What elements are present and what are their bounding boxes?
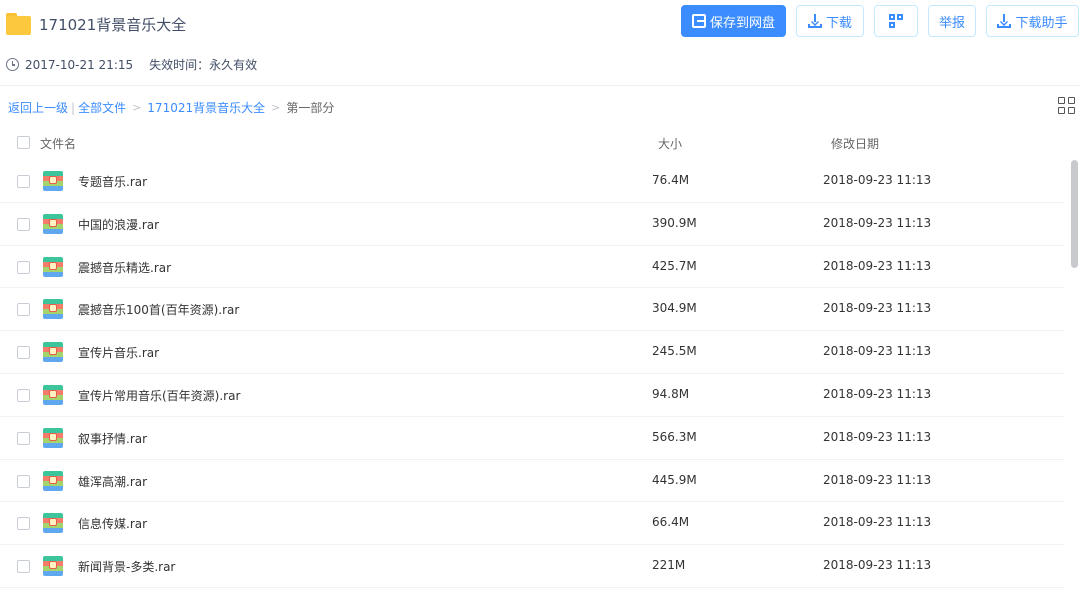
row-checkbox[interactable]: [17, 517, 30, 531]
file-date: 2018-09-23 11:13: [823, 472, 932, 487]
rar-archive-icon: [43, 342, 63, 363]
save-to-cloud-button[interactable]: 保存到网盘: [681, 5, 786, 37]
chevron-right-icon: >: [132, 101, 142, 114]
qr-code-icon: [889, 14, 903, 28]
download-icon: [997, 14, 1012, 28]
rar-archive-icon: [43, 513, 63, 534]
download-button[interactable]: 下载: [796, 5, 864, 37]
file-name[interactable]: 震撼音乐精选.rar: [78, 259, 171, 276]
file-date: 2018-09-23 11:13: [823, 215, 932, 230]
file-name[interactable]: 信息传媒.rar: [78, 515, 147, 532]
row-checkbox[interactable]: [17, 217, 30, 231]
row-checkbox[interactable]: [17, 346, 30, 360]
file-name[interactable]: 专题音乐.rar: [78, 173, 147, 190]
breadcrumb-current: 第一部分: [286, 101, 335, 115]
row-checkbox[interactable]: [17, 431, 30, 445]
select-all-checkbox[interactable]: [17, 136, 30, 149]
chevron-right-icon: >: [271, 101, 281, 114]
qr-code-button[interactable]: [874, 5, 918, 37]
rar-archive-icon: [43, 256, 63, 277]
rar-archive-icon: [43, 470, 63, 491]
share-header: 171021背景音乐大全 2017-10-21 21:15 失效时间：永久有效 …: [0, 0, 1080, 86]
share-meta: 2017-10-21 21:15 失效时间：永久有效: [6, 56, 257, 73]
file-date: 2018-09-23 11:13: [823, 344, 932, 359]
file-name[interactable]: 中国的浪漫.rar: [78, 216, 159, 233]
folder-icon: [6, 13, 31, 35]
file-name[interactable]: 震撼音乐100首(百年资源).rar: [78, 301, 239, 318]
file-name[interactable]: 叙事抒情.rar: [78, 430, 147, 447]
file-name[interactable]: 雄浑高潮.rar: [78, 473, 147, 490]
file-name[interactable]: 新闻背景-多类.rar: [78, 558, 175, 575]
clock-icon: [6, 58, 19, 71]
rar-archive-icon: [43, 427, 63, 448]
file-name[interactable]: 宣传片常用音乐(百年资源).rar: [78, 387, 240, 404]
row-checkbox[interactable]: [17, 175, 30, 188]
file-size: 76.4M: [652, 173, 690, 187]
breadcrumb-folder[interactable]: 171021背景音乐大全: [147, 99, 265, 116]
file-size: 390.9M: [652, 215, 697, 230]
file-date: 2018-09-23 11:13: [823, 386, 932, 401]
table-row[interactable]: 专题音乐.rar 76.4M 2018-09-23 11:13: [0, 160, 1064, 203]
file-date: 2018-09-23 11:13: [823, 258, 932, 273]
file-date: 2018-09-23 11:13: [823, 558, 932, 573]
column-header-name[interactable]: 文件名: [40, 135, 76, 152]
table-row[interactable]: 信息传媒.rar 66.4M 2018-09-23 11:13: [0, 502, 1064, 546]
row-checkbox[interactable]: [17, 560, 30, 574]
table-row[interactable]: 震撼音乐精选.rar 425.7M 2018-09-23 11:13: [0, 246, 1064, 289]
column-header-size[interactable]: 大小: [658, 135, 682, 152]
file-size: 566.3M: [652, 429, 697, 444]
breadcrumb-all-files[interactable]: 全部文件: [78, 99, 126, 116]
scrollbar-thumb[interactable]: [1071, 160, 1078, 268]
rar-archive-icon: [43, 556, 63, 577]
file-size: 94.8M: [652, 386, 690, 401]
file-size: 304.9M: [652, 301, 697, 316]
file-list: 专题音乐.rar 76.4M 2018-09-23 11:13 中国的浪漫.rar 39…: [0, 160, 1064, 588]
file-date: 2018-09-23 11:13: [823, 173, 932, 187]
rar-archive-icon: [43, 299, 63, 320]
file-size: 445.9M: [652, 472, 697, 487]
table-row[interactable]: 中国的浪漫.rar 390.9M 2018-09-23 11:13: [0, 203, 1064, 246]
file-date: 2018-09-23 11:13: [823, 515, 932, 530]
download-helper-button[interactable]: 下载助手: [986, 5, 1079, 37]
report-button[interactable]: 举报: [928, 5, 976, 37]
file-date: 2018-09-23 11:13: [823, 429, 932, 444]
breadcrumb-separator: |: [71, 100, 76, 115]
breadcrumb: 返回上一级 | 全部文件 > 171021背景音乐大全 > 第一部分: [8, 99, 334, 116]
page-title: 171021背景音乐大全: [39, 16, 187, 34]
save-icon: [691, 14, 706, 28]
table-row[interactable]: 雄浑高潮.rar 445.9M 2018-09-23 11:13: [0, 460, 1064, 503]
file-size: 245.5M: [652, 344, 697, 359]
file-size: 66.4M: [652, 515, 690, 530]
back-link[interactable]: 返回上一级: [8, 99, 68, 116]
row-checkbox[interactable]: [17, 474, 30, 488]
table-row[interactable]: 宣传片音乐.rar 245.5M 2018-09-23 11:13: [0, 331, 1064, 374]
file-size: 425.7M: [652, 258, 697, 273]
row-checkbox[interactable]: [17, 260, 30, 274]
table-row[interactable]: 震撼音乐100首(百年资源).rar 304.9M 2018-09-23 11:13: [0, 288, 1064, 332]
table-row[interactable]: 新闻背景-多类.rar 221M 2018-09-23 11:13: [0, 545, 1064, 588]
column-header-date[interactable]: 修改日期: [831, 135, 879, 152]
rar-archive-icon: [43, 384, 63, 405]
file-date: 2018-09-23 11:13: [823, 301, 932, 316]
file-name[interactable]: 宣传片音乐.rar: [78, 344, 159, 361]
download-icon: [807, 14, 822, 28]
table-row[interactable]: 宣传片常用音乐(百年资源).rar 94.8M 2018-09-23 11:13: [0, 374, 1064, 417]
grid-view-icon[interactable]: [1058, 97, 1075, 114]
row-checkbox[interactable]: [17, 303, 30, 317]
table-row[interactable]: 叙事抒情.rar 566.3M 2018-09-23 11:13: [0, 417, 1064, 460]
file-size: 221M: [652, 558, 686, 573]
table-header: 文件名 大小 修改日期: [0, 124, 1080, 160]
expiry-label: 失效时间：永久有效: [149, 58, 258, 72]
rar-archive-icon: [43, 171, 63, 191]
row-checkbox[interactable]: [17, 388, 30, 402]
rar-archive-icon: [43, 213, 63, 234]
created-time: 2017-10-21 21:15: [25, 57, 134, 72]
